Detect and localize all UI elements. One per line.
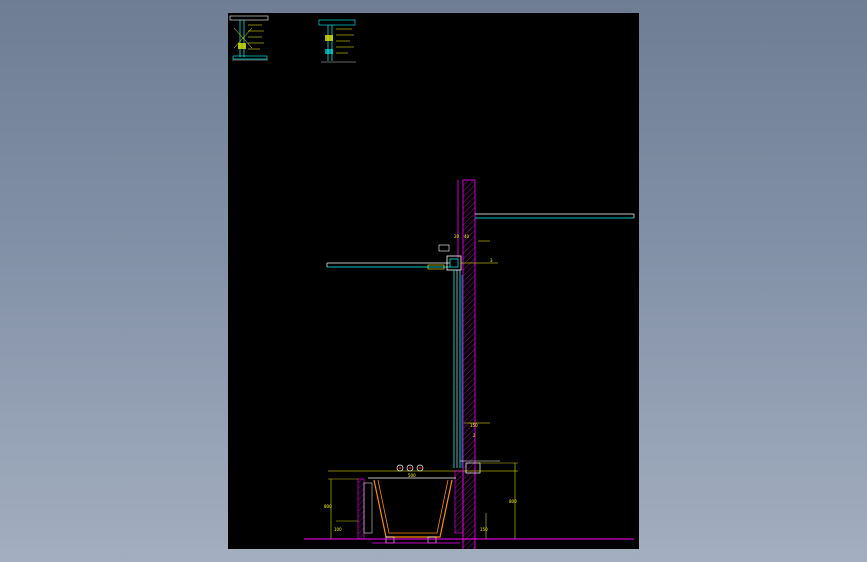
drawing-sheet: 20 40 3 150 2 500 800 100 800 150 — [228, 13, 639, 549]
dim-label-left-height: 800 — [324, 504, 332, 509]
dim-label-lower-a: 150 — [470, 423, 478, 428]
dim-label-top-a: 20 — [454, 234, 460, 239]
left-panel: 800 100 — [324, 478, 373, 540]
basin: 500 — [368, 473, 456, 544]
ceiling-upper — [475, 213, 635, 219]
faucet-symbols-icon — [396, 464, 424, 472]
vanity-counter — [328, 460, 518, 534]
dim-label-right-low: 150 — [480, 527, 488, 532]
right-dimensions: 800 150 — [478, 462, 518, 539]
dim-label-left-low: 100 — [334, 527, 342, 532]
detail-thumbnail-1 — [229, 15, 269, 61]
dim-label-basin-width: 500 — [408, 473, 416, 478]
cad-elevation-drawing: 20 40 3 150 2 500 800 100 800 150 — [229, 15, 635, 549]
dim-label-top-b: 40 — [464, 234, 470, 239]
dim-label-right-height: 800 — [509, 499, 517, 504]
dim-label-mid-right: 3 — [490, 258, 493, 263]
detail-thumbnail-2 — [318, 19, 356, 63]
dim-label-lower-b: 2 — [473, 433, 476, 438]
